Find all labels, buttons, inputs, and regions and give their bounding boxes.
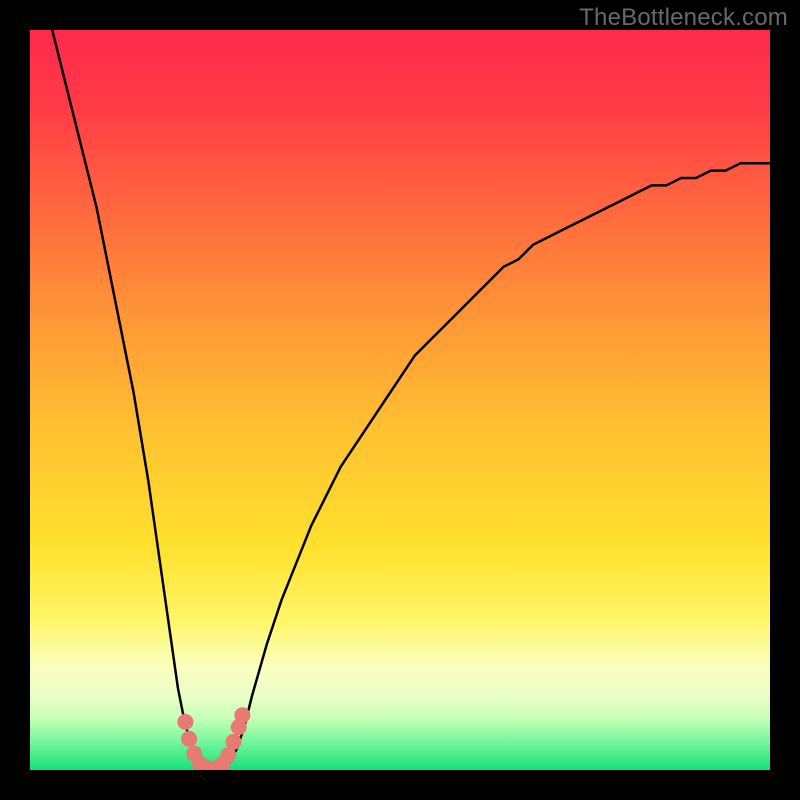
plot-frame bbox=[30, 30, 770, 770]
curve-marker bbox=[234, 707, 250, 723]
watermark-text: TheBottleneck.com bbox=[579, 4, 788, 32]
curve-markers bbox=[177, 707, 250, 770]
bottleneck-curve bbox=[30, 30, 770, 770]
curve-marker bbox=[181, 731, 197, 747]
curve-marker bbox=[226, 734, 242, 750]
curve-path bbox=[52, 30, 770, 770]
curve-marker bbox=[177, 714, 193, 730]
